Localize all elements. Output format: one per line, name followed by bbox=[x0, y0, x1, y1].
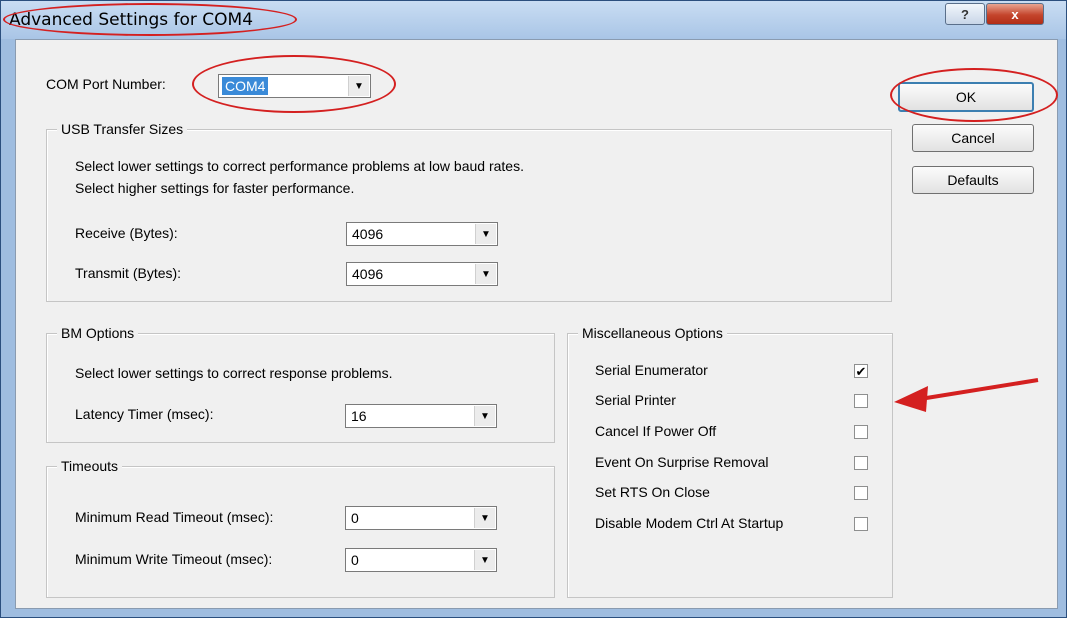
transmit-label: Transmit (Bytes): bbox=[75, 265, 182, 281]
read-timeout-select[interactable]: 0 ▼ bbox=[345, 506, 497, 530]
ok-button-label: OK bbox=[955, 89, 977, 105]
defaults-button[interactable]: Defaults bbox=[912, 166, 1034, 194]
usb-description-2: Select higher settings for faster perfor… bbox=[75, 180, 355, 196]
misc-options-legend: Miscellaneous Options bbox=[578, 325, 727, 341]
cancel-button[interactable]: Cancel bbox=[912, 124, 1034, 152]
cancel-button-label: Cancel bbox=[951, 130, 995, 146]
transmit-select[interactable]: 4096 ▼ bbox=[346, 262, 498, 286]
close-button[interactable]: x bbox=[986, 3, 1044, 25]
dialog-window: Advanced Settings for COM4 ? x COM Port … bbox=[0, 0, 1067, 618]
bm-options-group: BM Options Select lower settings to corr… bbox=[46, 325, 555, 443]
bm-description: Select lower settings to correct respons… bbox=[75, 365, 393, 381]
misc-option-label: Serial Printer bbox=[595, 392, 676, 408]
set-rts-on-close-checkbox[interactable] bbox=[854, 486, 868, 500]
write-timeout-label: Minimum Write Timeout (msec): bbox=[75, 551, 273, 567]
chevron-down-icon: ▼ bbox=[475, 264, 496, 284]
bm-options-legend: BM Options bbox=[57, 325, 139, 341]
help-icon: ? bbox=[961, 6, 969, 22]
dialog-client-area: COM Port Number: COM4 ▼ USB Transfer Siz… bbox=[15, 39, 1058, 609]
receive-select[interactable]: 4096 ▼ bbox=[346, 222, 498, 246]
chevron-down-icon: ▼ bbox=[348, 76, 369, 96]
serial-printer-checkbox[interactable] bbox=[854, 394, 868, 408]
receive-label: Receive (Bytes): bbox=[75, 225, 178, 241]
com-port-label: COM Port Number: bbox=[46, 76, 166, 92]
com-port-select[interactable]: COM4 ▼ bbox=[218, 74, 371, 98]
cancel-if-power-off-checkbox[interactable] bbox=[854, 425, 868, 439]
timeouts-group: Timeouts Minimum Read Timeout (msec): 0 … bbox=[46, 458, 555, 598]
help-button[interactable]: ? bbox=[945, 3, 985, 25]
misc-option-label: Event On Surprise Removal bbox=[595, 454, 769, 470]
title-bar[interactable]: Advanced Settings for COM4 ? x bbox=[1, 1, 1066, 39]
misc-option-label: Disable Modem Ctrl At Startup bbox=[595, 515, 784, 531]
chevron-down-icon: ▼ bbox=[474, 406, 495, 426]
ok-button[interactable]: OK bbox=[898, 82, 1034, 112]
checkmark-icon: ✔ bbox=[855, 363, 867, 379]
timeouts-legend: Timeouts bbox=[57, 458, 123, 474]
misc-option-label: Cancel If Power Off bbox=[595, 423, 717, 439]
defaults-button-label: Defaults bbox=[947, 172, 999, 188]
latency-value: 16 bbox=[351, 408, 367, 424]
misc-option-label: Serial Enumerator bbox=[595, 362, 708, 378]
usb-description-1: Select lower settings to correct perform… bbox=[75, 158, 524, 174]
transmit-value: 4096 bbox=[352, 266, 384, 282]
com-port-value: COM4 bbox=[222, 77, 269, 95]
serial-enumerator-checkbox[interactable]: ✔ bbox=[854, 364, 868, 378]
close-icon: x bbox=[1011, 6, 1019, 22]
misc-option-label: Set RTS On Close bbox=[595, 484, 710, 500]
read-timeout-label: Minimum Read Timeout (msec): bbox=[75, 509, 274, 525]
chevron-down-icon: ▼ bbox=[475, 224, 496, 244]
latency-label: Latency Timer (msec): bbox=[75, 406, 214, 422]
misc-options-group: Miscellaneous Options Serial Enumerator … bbox=[567, 325, 893, 598]
read-timeout-value: 0 bbox=[351, 510, 359, 526]
write-timeout-select[interactable]: 0 ▼ bbox=[345, 548, 497, 572]
chevron-down-icon: ▼ bbox=[474, 508, 495, 528]
write-timeout-value: 0 bbox=[351, 552, 359, 568]
chevron-down-icon: ▼ bbox=[474, 550, 495, 570]
annotation-arrow-icon bbox=[894, 378, 1039, 412]
event-on-surprise-removal-checkbox[interactable] bbox=[854, 456, 868, 470]
disable-modem-ctrl-checkbox[interactable] bbox=[854, 517, 868, 531]
annotation-circle-title bbox=[3, 3, 297, 36]
latency-select[interactable]: 16 ▼ bbox=[345, 404, 497, 428]
receive-value: 4096 bbox=[352, 226, 384, 242]
usb-transfer-legend: USB Transfer Sizes bbox=[57, 121, 188, 137]
usb-transfer-group: USB Transfer Sizes Select lower settings… bbox=[46, 121, 892, 302]
